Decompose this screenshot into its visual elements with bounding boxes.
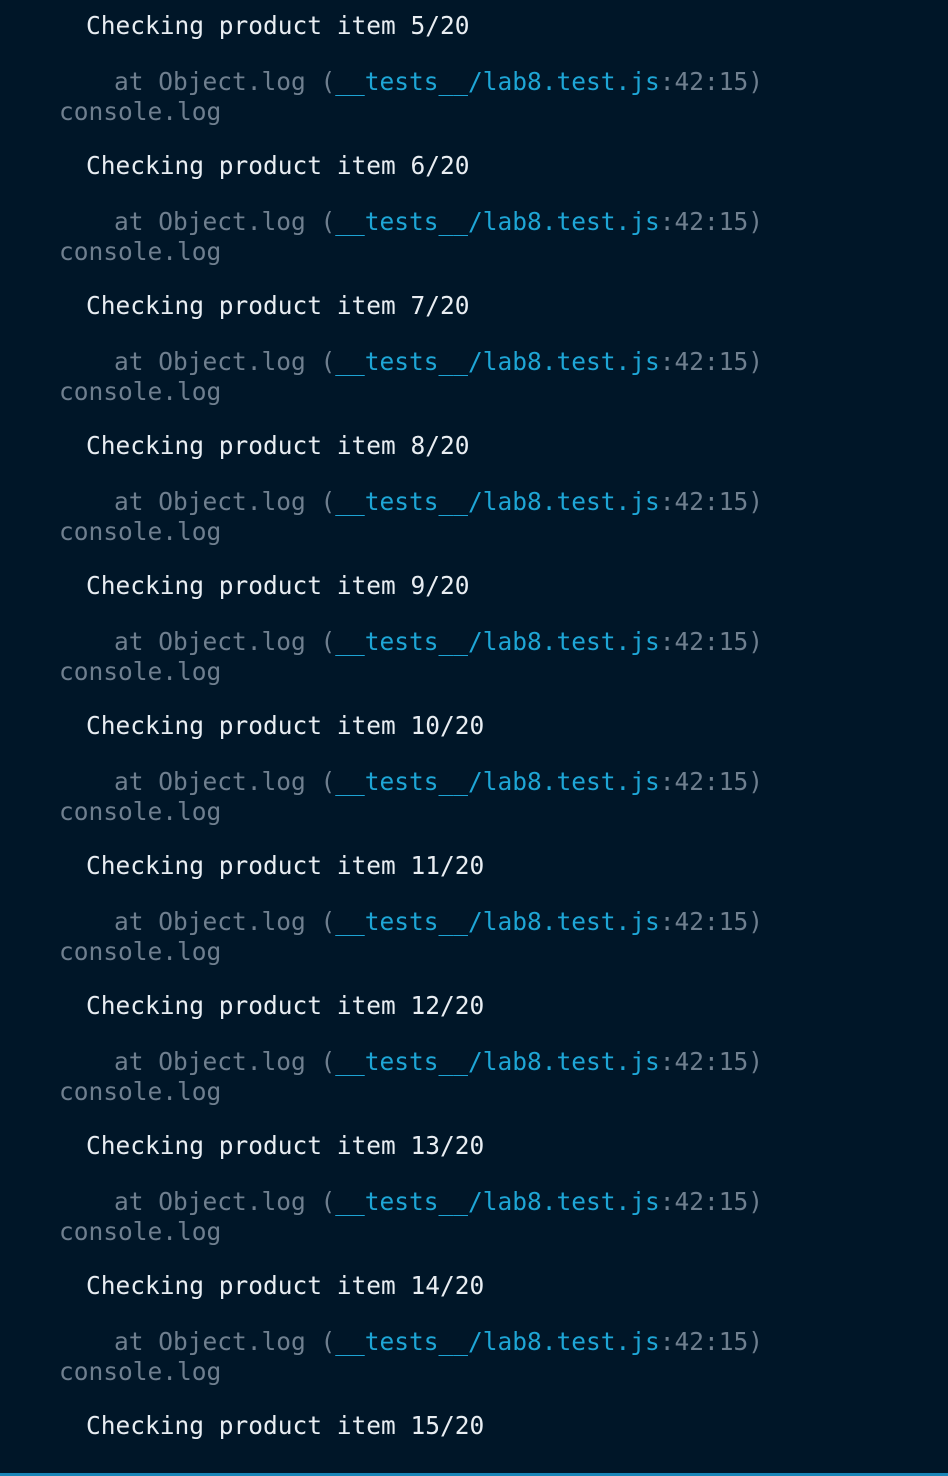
stack-trace-line: at Object.log (__tests__/lab8.test.js:42… (114, 1328, 763, 1356)
line-column: :42:15) (659, 347, 764, 376)
stack-prefix: at Object.log ( (114, 767, 336, 796)
stack-trace-line: at Object.log (__tests__/lab8.test.js:42… (114, 488, 763, 516)
log-header: console.log (59, 377, 222, 406)
log-header: console.log (59, 1217, 222, 1246)
stack-trace-line: at Object.log (__tests__/lab8.test.js:42… (114, 908, 763, 936)
log-message: Checking product item 8/20 (86, 431, 470, 460)
log-message: Checking product item 11/20 (86, 851, 485, 880)
log-header: console.log (59, 237, 222, 266)
stack-prefix: at Object.log ( (114, 207, 336, 236)
stack-trace-line: at Object.log (__tests__/lab8.test.js:42… (114, 68, 763, 96)
line-column: :42:15) (659, 627, 764, 656)
log-header: console.log (59, 657, 222, 686)
stack-prefix: at Object.log ( (114, 1327, 336, 1356)
stack-prefix: at Object.log ( (114, 347, 336, 376)
line-column: :42:15) (659, 1047, 764, 1076)
stack-trace-line: at Object.log (__tests__/lab8.test.js:42… (114, 628, 763, 656)
log-message: Checking product item 10/20 (86, 711, 485, 740)
file-path-link[interactable]: __tests__/lab8.test.js (335, 1327, 660, 1356)
file-path-link[interactable]: __tests__/lab8.test.js (335, 67, 660, 96)
log-message: Checking product item 7/20 (86, 291, 470, 320)
file-path-link[interactable]: __tests__/lab8.test.js (335, 767, 660, 796)
file-path-link[interactable]: __tests__/lab8.test.js (335, 627, 660, 656)
stack-prefix: at Object.log ( (114, 67, 336, 96)
line-column: :42:15) (659, 207, 764, 236)
log-message: Checking product item 5/20 (86, 11, 470, 40)
stack-prefix: at Object.log ( (114, 1187, 336, 1216)
log-header: console.log (59, 1077, 222, 1106)
stack-trace-line: at Object.log (__tests__/lab8.test.js:42… (114, 768, 763, 796)
log-message: Checking product item 15/20 (86, 1411, 485, 1440)
stack-trace-line: at Object.log (__tests__/lab8.test.js:42… (114, 1188, 763, 1216)
file-path-link[interactable]: __tests__/lab8.test.js (335, 1187, 660, 1216)
stack-prefix: at Object.log ( (114, 907, 336, 936)
stack-prefix: at Object.log ( (114, 627, 336, 656)
log-message: Checking product item 6/20 (86, 151, 470, 180)
line-column: :42:15) (659, 907, 764, 936)
line-column: :42:15) (659, 67, 764, 96)
log-message: Checking product item 13/20 (86, 1131, 485, 1160)
log-header: console.log (59, 517, 222, 546)
line-column: :42:15) (659, 487, 764, 516)
log-header: console.log (59, 937, 222, 966)
line-column: :42:15) (659, 1187, 764, 1216)
stack-trace-line: at Object.log (__tests__/lab8.test.js:42… (114, 208, 763, 236)
log-header: console.log (59, 797, 222, 826)
terminal-output[interactable]: Checking product item 5/20 at Object.log … (0, 0, 948, 1476)
line-column: :42:15) (659, 1327, 764, 1356)
stack-trace-line: at Object.log (__tests__/lab8.test.js:42… (114, 348, 763, 376)
stack-prefix: at Object.log ( (114, 487, 336, 516)
file-path-link[interactable]: __tests__/lab8.test.js (335, 487, 660, 516)
log-message: Checking product item 14/20 (86, 1271, 485, 1300)
file-path-link[interactable]: __tests__/lab8.test.js (335, 1047, 660, 1076)
line-column: :42:15) (659, 767, 764, 796)
stack-trace-line: at Object.log (__tests__/lab8.test.js:42… (114, 1048, 763, 1076)
log-message: Checking product item 9/20 (86, 571, 470, 600)
log-header: console.log (59, 1357, 222, 1386)
log-message: Checking product item 12/20 (86, 991, 485, 1020)
file-path-link[interactable]: __tests__/lab8.test.js (335, 347, 660, 376)
stack-prefix: at Object.log ( (114, 1047, 336, 1076)
file-path-link[interactable]: __tests__/lab8.test.js (335, 207, 660, 236)
file-path-link[interactable]: __tests__/lab8.test.js (335, 907, 660, 936)
log-header: console.log (59, 97, 222, 126)
